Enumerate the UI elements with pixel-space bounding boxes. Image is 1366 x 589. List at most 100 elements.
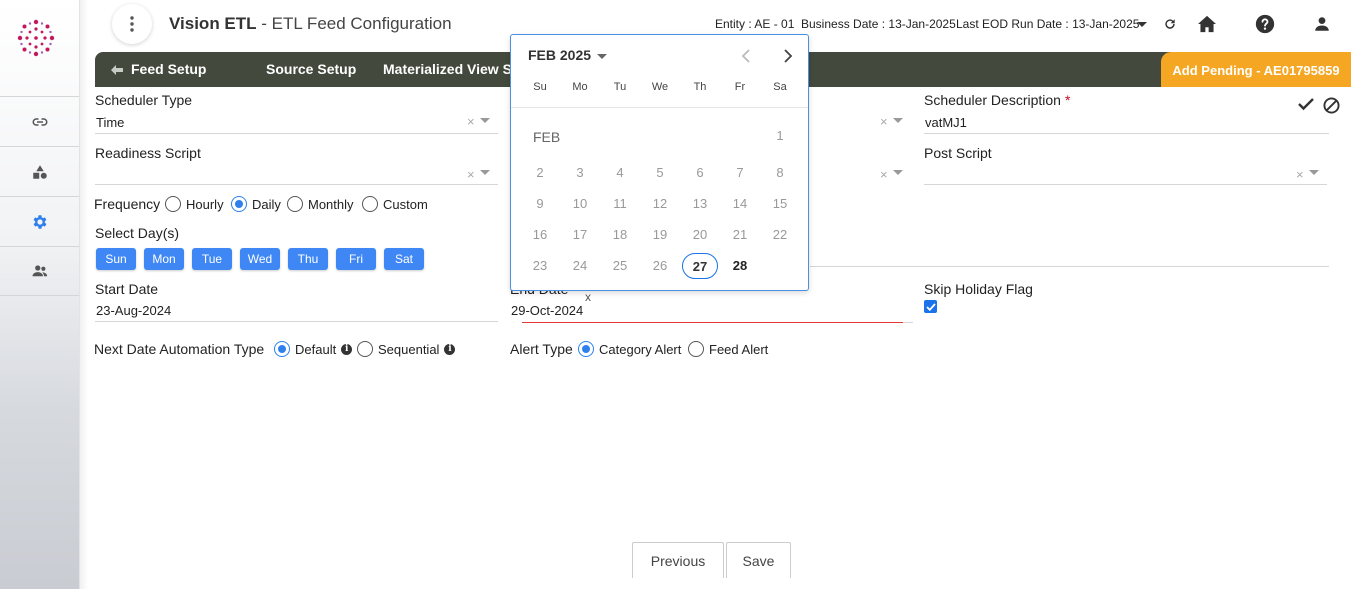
readiness-script-caret-icon[interactable] [480, 170, 490, 175]
calendar-day[interactable]: 11 [602, 191, 638, 217]
day-button-wed[interactable]: Wed [240, 248, 280, 270]
scheduler-type-select[interactable]: Time [95, 112, 498, 134]
day-button-fri[interactable]: Fri [336, 248, 376, 270]
calendar-day[interactable]: 24 [562, 253, 598, 279]
caret-down-icon [597, 53, 608, 59]
frequency-custom-option[interactable]: Custom [362, 196, 428, 212]
automation-sequential-label: Sequential [378, 341, 440, 357]
radio-feed-alert[interactable] [688, 341, 704, 357]
calendar-day[interactable]: 19 [642, 222, 678, 248]
radio-default[interactable] [274, 341, 290, 357]
day-button-mon[interactable]: Mon [144, 248, 184, 270]
start-date-input[interactable]: 23-Aug-2024 [95, 300, 498, 322]
month-year-selector[interactable]: FEB 2025 [528, 47, 608, 63]
hidden-select-2-caret-icon[interactable] [893, 170, 903, 175]
day-button-thu[interactable]: Thu [288, 248, 328, 270]
readiness-script-select[interactable] [95, 163, 498, 185]
month-year-label: FEB 2025 [528, 47, 592, 63]
post-script-caret-icon[interactable] [1309, 170, 1319, 175]
calendar-day[interactable]: 12 [642, 191, 678, 217]
calendar-day[interactable]: 15 [762, 191, 798, 217]
calendar-day[interactable]: 16 [522, 222, 558, 248]
day-button-sat[interactable]: Sat [384, 248, 424, 270]
eod-dropdown-button[interactable] [1131, 13, 1153, 35]
calendar-day[interactable]: 13 [682, 191, 718, 217]
home-icon [1198, 15, 1216, 33]
skip-holiday-checkbox[interactable] [924, 300, 937, 313]
calendar-day[interactable]: 18 [602, 222, 638, 248]
tab-materialized-view[interactable]: Materialized View Se [383, 61, 520, 77]
radio-daily[interactable] [231, 196, 247, 212]
calendar-day[interactable]: 22 [762, 222, 798, 248]
alert-feed-option[interactable]: Feed Alert [688, 341, 768, 357]
calendar-day[interactable]: 7 [722, 160, 758, 186]
cancel-block-icon[interactable] [1323, 97, 1340, 117]
calendar-day[interactable]: 27 [682, 253, 718, 279]
automation-default-option[interactable]: Default i [274, 341, 353, 357]
radio-monthly[interactable] [287, 196, 303, 212]
entity-value: AE - 01 [754, 17, 795, 31]
calendar-day[interactable]: 17 [562, 222, 598, 248]
calendar-day[interactable]: 4 [602, 160, 638, 186]
tab-feed-setup[interactable]: Feed Setup [111, 61, 206, 78]
add-pending-badge[interactable]: Add Pending - AE01795859 [1161, 52, 1351, 87]
calendar-day[interactable]: 9 [522, 191, 558, 217]
radio-custom[interactable] [362, 196, 378, 212]
calendar-day[interactable]: 8 [762, 160, 798, 186]
automation-sequential-option[interactable]: Sequential i [357, 341, 456, 357]
calendar-day[interactable]: 3 [562, 160, 598, 186]
sidebar-item-users[interactable] [0, 246, 79, 296]
calendar-day[interactable]: 14 [722, 191, 758, 217]
sequential-info-icon[interactable]: i [444, 343, 456, 355]
frequency-monthly-option[interactable]: Monthly [287, 196, 354, 212]
scheduler-type-caret-icon[interactable] [480, 118, 490, 123]
calendar-day[interactable]: 5 [642, 160, 678, 186]
readiness-script-clear-icon[interactable]: × [467, 167, 475, 182]
help-button[interactable] [1254, 13, 1276, 35]
sidebar-item-shapes[interactable] [0, 146, 79, 196]
calendar-day[interactable]: 2 [522, 160, 558, 186]
calendar-day[interactable]: 6 [682, 160, 718, 186]
calendar-day[interactable]: 23 [522, 253, 558, 279]
radio-sequential[interactable] [357, 341, 373, 357]
sidebar-item-settings[interactable] [0, 196, 79, 246]
save-button[interactable]: Save [726, 542, 791, 578]
home-button[interactable] [1196, 13, 1218, 35]
end-date-input[interactable]: 29-Oct-2024 [510, 300, 903, 322]
scheduler-description-input[interactable]: vatMJ1 [924, 112, 1329, 134]
calendar-day[interactable]: 1 [762, 123, 798, 149]
calendar-day[interactable]: 28 [722, 253, 758, 279]
day-button-tue[interactable]: Tue [192, 248, 232, 270]
alert-category-option[interactable]: Category Alert [578, 341, 681, 357]
previous-button[interactable]: Previous [632, 542, 724, 578]
required-marker: * [1064, 92, 1071, 108]
prev-month-button[interactable] [741, 47, 751, 68]
default-info-icon[interactable]: i [341, 343, 353, 355]
refresh-button[interactable] [1159, 13, 1181, 35]
user-profile-button[interactable] [1311, 13, 1333, 35]
hidden-select-caret-icon[interactable] [893, 118, 903, 123]
more-menu-button[interactable] [112, 4, 152, 44]
business-date-info: Business Date : 13-Jan-2025 [801, 17, 956, 31]
sidebar-item-link[interactable] [0, 96, 79, 146]
calendar-day[interactable]: 21 [722, 222, 758, 248]
frequency-hourly-option[interactable]: Hourly [165, 196, 224, 212]
radio-hourly[interactable] [165, 196, 181, 212]
radio-category-alert[interactable] [578, 341, 594, 357]
frequency-daily-option[interactable]: Daily [231, 196, 281, 212]
confirm-check-icon[interactable] [1298, 97, 1314, 114]
tab-source-setup[interactable]: Source Setup [266, 61, 356, 77]
post-script-select[interactable] [924, 163, 1327, 185]
next-month-button[interactable] [783, 47, 793, 68]
calendar-day[interactable]: 20 [682, 222, 718, 248]
hidden-select-clear-icon[interactable]: × [880, 114, 888, 129]
hidden-select-2-clear-icon[interactable]: × [880, 167, 888, 182]
calendar-day[interactable]: 10 [562, 191, 598, 217]
calendar-day[interactable]: 25 [602, 253, 638, 279]
calendar-day[interactable]: 26 [642, 253, 678, 279]
end-date-value: 29-Oct-2024 [511, 303, 584, 318]
day-button-sun[interactable]: Sun [96, 248, 136, 270]
calendar-separator [511, 107, 808, 108]
scheduler-type-clear-icon[interactable]: × [467, 114, 475, 129]
post-script-clear-icon[interactable]: × [1296, 167, 1304, 182]
